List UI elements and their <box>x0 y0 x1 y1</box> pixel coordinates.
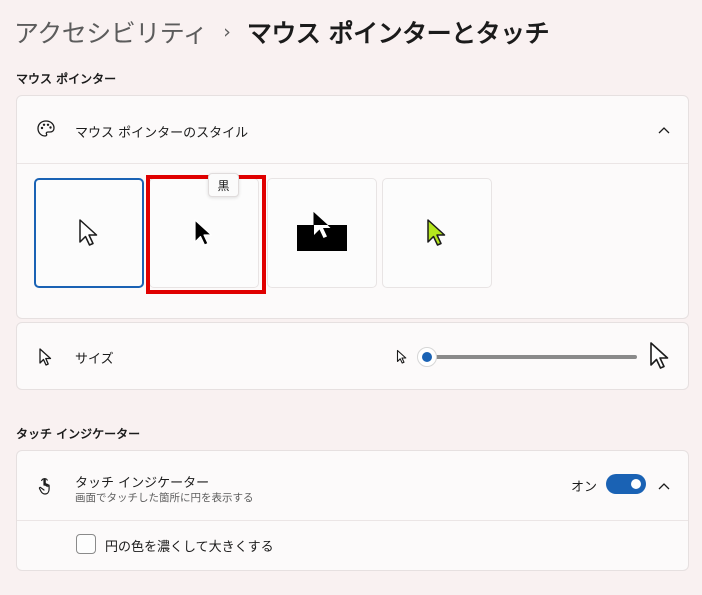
pointer-style-inverted[interactable] <box>267 178 377 288</box>
inverted-arrow-icon <box>297 211 347 251</box>
large-pointer-icon <box>649 341 671 375</box>
small-pointer-icon <box>396 349 408 369</box>
page-title: マウス ポインターとタッチ <box>246 19 550 48</box>
touch-icon <box>35 475 57 497</box>
darker-larger-circle-checkbox[interactable] <box>76 534 96 554</box>
settings-page: アクセシビリティ › マウス ポインターとタッチ マウス ポインター マウス ポ… <box>0 0 702 595</box>
pointer-size-card: サイズ <box>16 322 689 390</box>
touch-indicator-header[interactable]: タッチ インジケーター 画面でタッチした箇所に円を表示する オン <box>17 451 688 520</box>
toggle-state-label: オン <box>571 480 598 495</box>
touch-indicator-card: タッチ インジケーター 画面でタッチした箇所に円を表示する オン 円の色を濃くし… <box>16 450 689 571</box>
breadcrumb-parent[interactable]: アクセシビリティ <box>14 14 208 50</box>
breadcrumb-separator: › <box>223 21 231 43</box>
chevron-up-icon[interactable] <box>656 122 672 138</box>
pointer-style-label: マウス ポインターのスタイル <box>75 126 249 141</box>
touch-indicator-toggle[interactable] <box>606 474 646 494</box>
breadcrumb: アクセシビリティ › マウス ポインターとタッチ <box>14 14 550 50</box>
pointer-style-black[interactable] <box>149 178 259 288</box>
section-title-touch: タッチ インジケーター <box>16 427 141 441</box>
darker-larger-circle-label[interactable]: 円の色を濃くして大きくする <box>105 536 274 555</box>
section-title-mouse-pointer: マウス ポインター <box>16 72 117 86</box>
tooltip: 黒 <box>208 173 239 197</box>
pointer-size-label: サイズ <box>75 352 114 367</box>
pointer-size-slider-thumb[interactable] <box>417 347 437 367</box>
pointer-style-custom[interactable] <box>382 178 492 288</box>
palette-icon <box>35 118 57 140</box>
lime-arrow-icon <box>427 219 446 246</box>
divider <box>17 163 688 164</box>
pointer-style-white[interactable] <box>34 178 144 288</box>
divider <box>17 520 688 521</box>
pointer-icon <box>35 346 57 368</box>
white-arrow-icon <box>79 219 98 246</box>
pointer-style-header[interactable]: マウス ポインターのスタイル <box>17 96 688 163</box>
touch-indicator-description: 画面でタッチした箇所に円を表示する <box>75 492 254 504</box>
black-arrow-icon <box>194 219 213 246</box>
pointer-size-slider-track[interactable] <box>427 355 637 359</box>
touch-indicator-label: タッチ インジケーター <box>75 476 210 491</box>
pointer-style-card: マウス ポインターのスタイル 黒 <box>16 95 689 319</box>
chevron-up-icon[interactable] <box>656 478 672 494</box>
